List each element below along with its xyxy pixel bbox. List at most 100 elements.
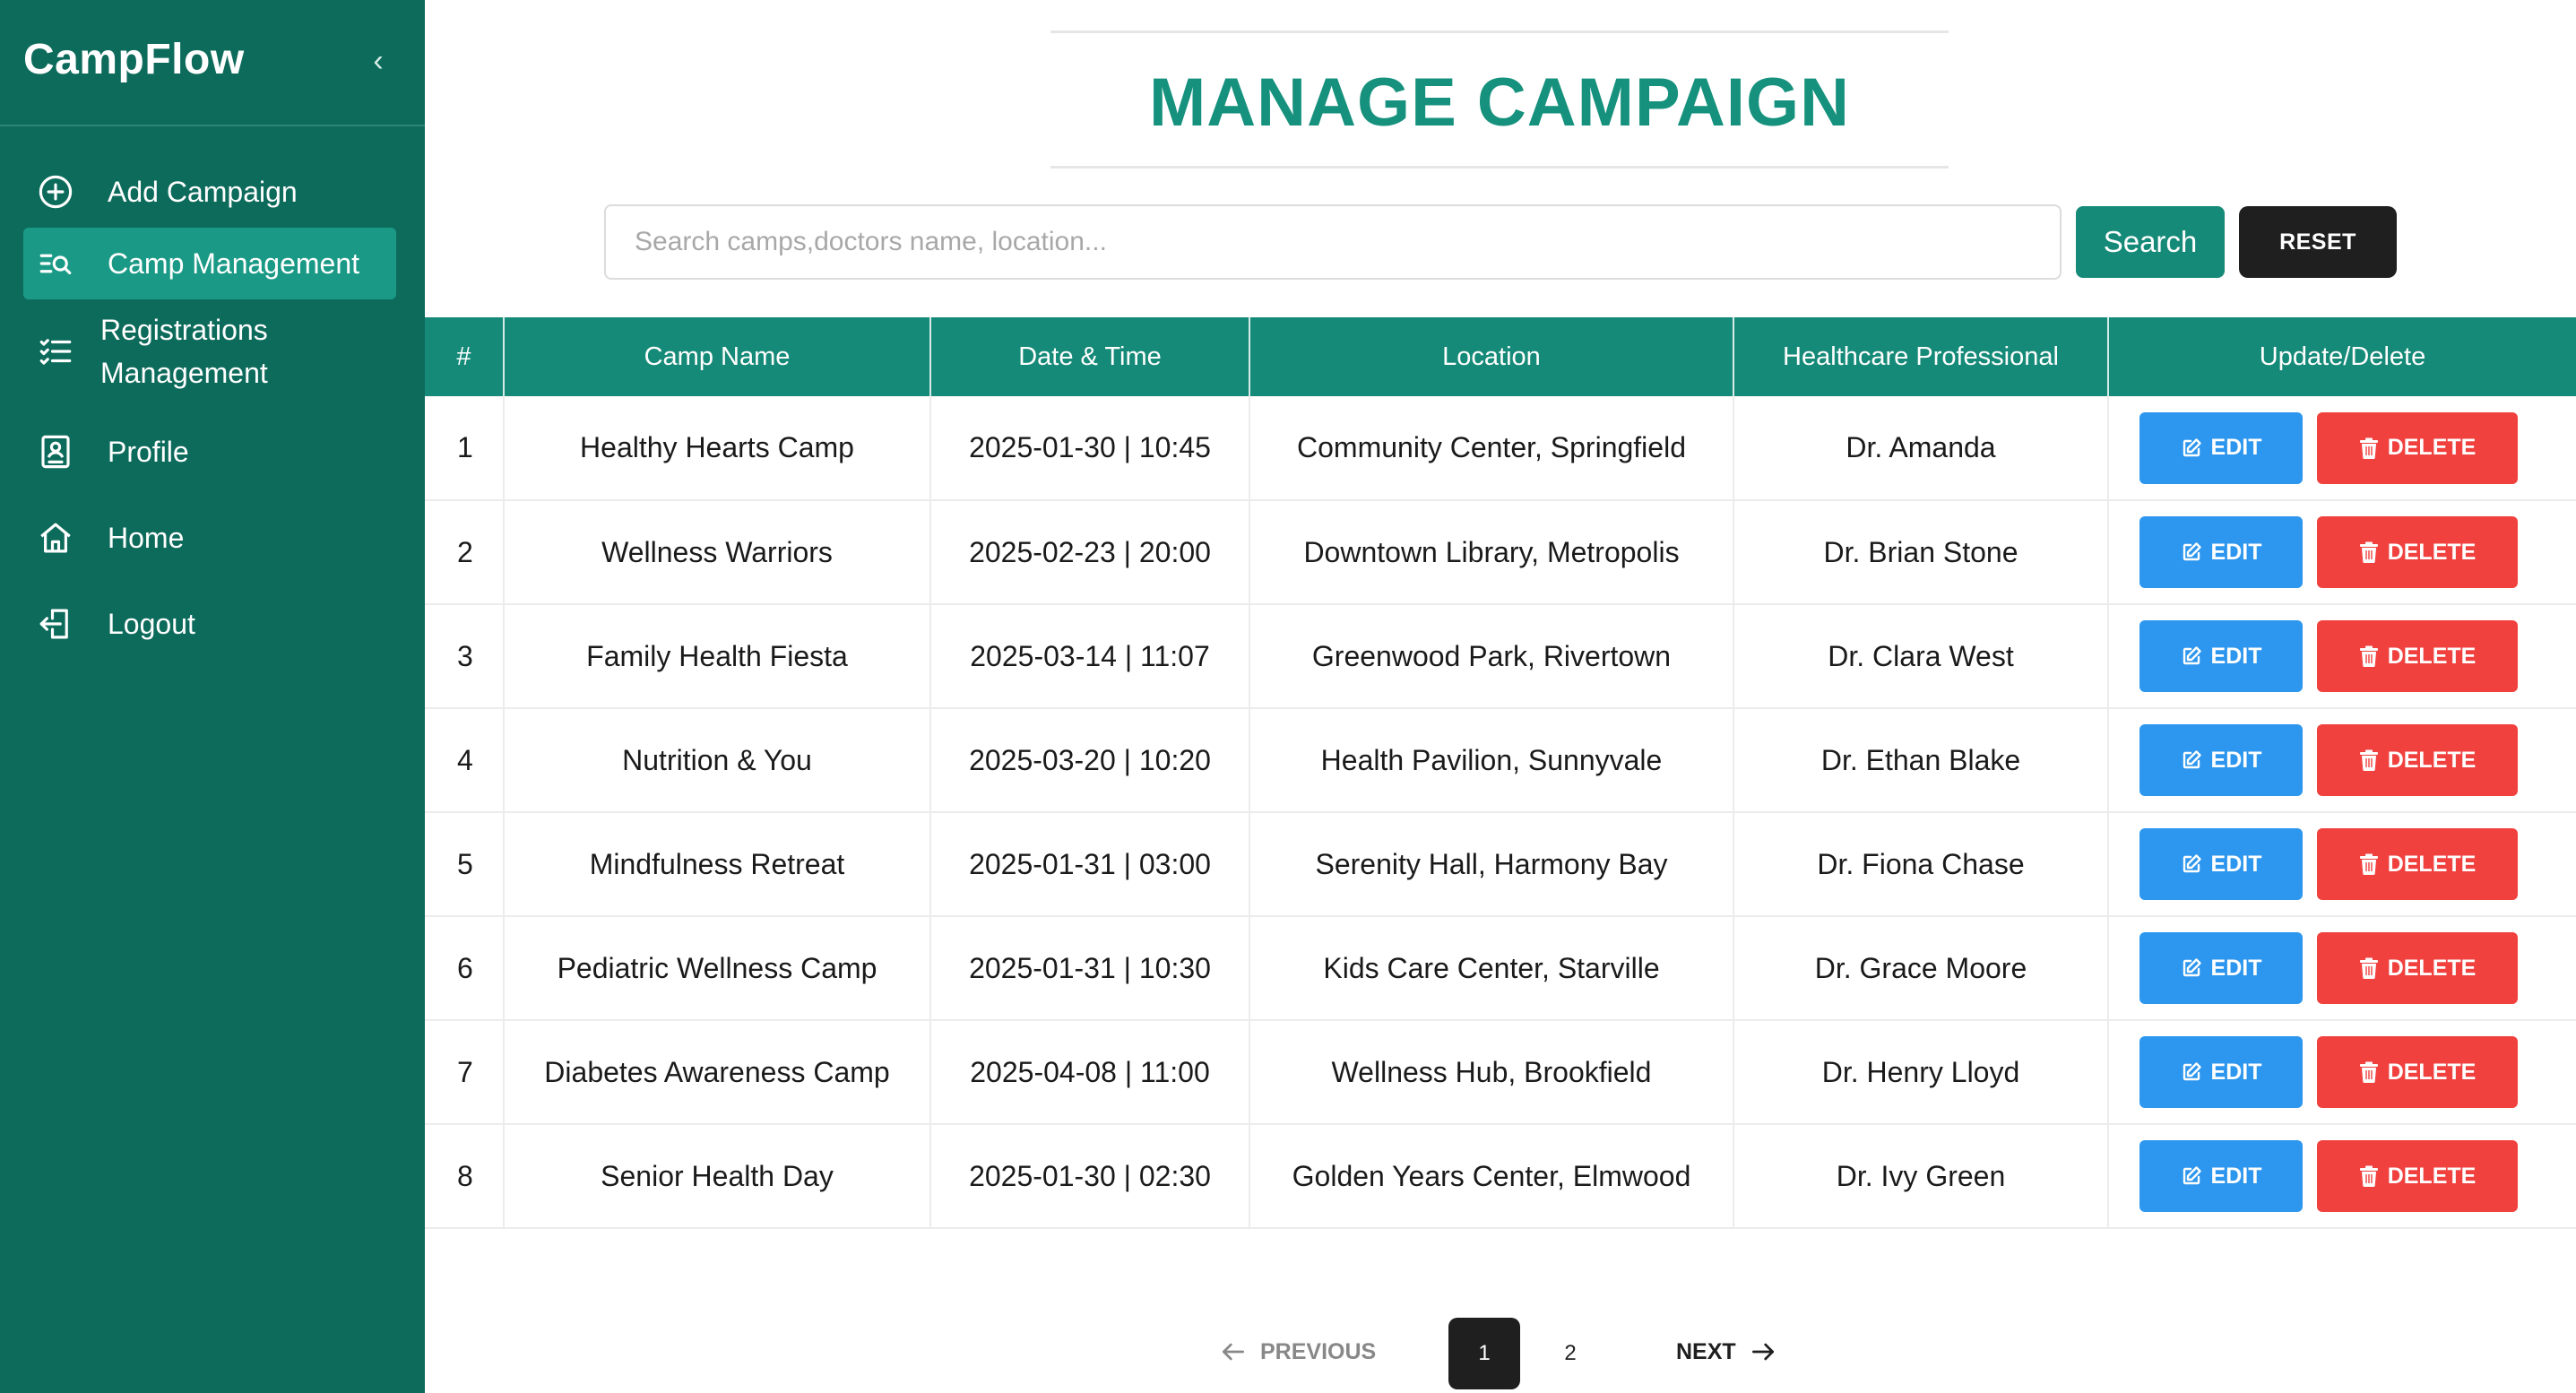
row-number: 1: [425, 396, 505, 500]
sidebar-item-label: Registrations Management: [100, 314, 268, 389]
location-cell: Health Pavilion, Sunnyvale: [1249, 708, 1734, 812]
edit-label: EDIT: [2210, 1163, 2262, 1189]
sidebar-item-camp-management[interactable]: Camp Management: [23, 228, 396, 299]
edit-button[interactable]: EDIT: [2139, 724, 2303, 796]
delete-button[interactable]: DELETE: [2317, 932, 2518, 1004]
brand-logo[interactable]: CampFlow: [23, 30, 245, 90]
chevron-left-icon[interactable]: ‹: [362, 39, 394, 82]
page-button-1[interactable]: 1: [1448, 1318, 1520, 1389]
sidebar: CampFlow ‹ Add Campaign Camp Management …: [0, 0, 425, 1393]
delete-button[interactable]: DELETE: [2317, 516, 2518, 588]
delete-button[interactable]: DELETE: [2317, 1036, 2518, 1108]
search-input[interactable]: [604, 204, 2062, 280]
row-number: 3: [425, 604, 505, 708]
home-icon: [36, 518, 75, 558]
search-button[interactable]: Search: [2076, 206, 2225, 278]
actions-cell: EDIT DELETE: [2108, 604, 2576, 708]
camp-name-cell: Senior Health Day: [504, 1124, 931, 1228]
edit-button[interactable]: EDIT: [2139, 411, 2303, 484]
delete-label: DELETE: [2387, 643, 2477, 669]
edit-label: EDIT: [2210, 747, 2262, 773]
sidebar-item-label: Profile: [108, 436, 189, 468]
edit-label: EDIT: [2210, 1059, 2262, 1085]
table-body: 1 Healthy Hearts Camp 2025-01-30 | 10:45 Co…: [425, 396, 2576, 1228]
trash-icon: [2359, 749, 2378, 771]
professional-cell: Dr. Henry Lloyd: [1733, 1020, 2109, 1124]
table-row: 5 Mindfulness Retreat 2025-01-31 | 03:00 Se…: [425, 812, 2576, 916]
sidebar-item-label: Home: [108, 522, 185, 554]
actions-cell: EDIT DELETE: [2108, 1020, 2576, 1124]
edit-label: EDIT: [2210, 643, 2262, 669]
edit-label: EDIT: [2210, 539, 2262, 565]
professional-cell: Dr. Fiona Chase: [1733, 812, 2109, 916]
row-number: 8: [425, 1124, 505, 1228]
page-title: MANAGE CAMPAIGN: [1148, 65, 1850, 141]
professional-cell: Dr. Amanda: [1733, 396, 2109, 500]
edit-button[interactable]: EDIT: [2139, 1140, 2303, 1212]
previous-page-button[interactable]: PREVIOUS: [1219, 1314, 1389, 1389]
professional-cell: Dr. Grace Moore: [1733, 916, 2109, 1020]
logout-icon: [36, 604, 75, 644]
reset-button[interactable]: RESET: [2239, 206, 2397, 278]
date-time-cell: 2025-01-30 | 10:45: [930, 396, 1250, 500]
sidebar-item-label: Add Campaign: [108, 176, 298, 208]
column-header-date-time[interactable]: Date & Time: [930, 317, 1250, 396]
edit-button[interactable]: EDIT: [2139, 828, 2303, 900]
profile-card-icon: [36, 432, 75, 472]
edit-button[interactable]: EDIT: [2139, 1036, 2303, 1108]
delete-label: DELETE: [2387, 1059, 2477, 1085]
next-page-button[interactable]: NEXT: [1676, 1314, 1793, 1389]
location-cell: Kids Care Center, Starville: [1249, 916, 1734, 1020]
sidebar-item-home[interactable]: Home: [23, 502, 396, 574]
row-number: 4: [425, 708, 505, 812]
sidebar-item-logout[interactable]: Logout: [23, 588, 396, 660]
edit-icon: [2183, 1166, 2201, 1185]
delete-button[interactable]: DELETE: [2317, 828, 2518, 900]
actions-cell: EDIT DELETE: [2108, 1124, 2576, 1228]
edit-button[interactable]: EDIT: [2139, 516, 2303, 588]
edit-button[interactable]: EDIT: [2139, 932, 2303, 1004]
arrow-left-icon: [1223, 1343, 1244, 1361]
trash-icon: [2359, 645, 2378, 667]
sidebar-item-add-campaign[interactable]: Add Campaign: [23, 156, 396, 228]
edit-icon: [2183, 1062, 2201, 1081]
delete-button[interactable]: DELETE: [2317, 724, 2518, 796]
camp-name-cell: Nutrition & You: [504, 708, 931, 812]
column-header-number: #: [425, 317, 505, 396]
plus-circle-icon: [36, 172, 75, 212]
delete-button[interactable]: DELETE: [2317, 620, 2518, 692]
location-cell: Greenwood Park, Rivertown: [1249, 604, 1734, 708]
sidebar-divider: [0, 125, 425, 126]
professional-cell: Dr. Ethan Blake: [1733, 708, 2109, 812]
checklist-icon: [36, 332, 75, 371]
page-button-2[interactable]: 2: [1534, 1318, 1606, 1389]
delete-label: DELETE: [2387, 747, 2477, 773]
table-row: 1 Healthy Hearts Camp 2025-01-30 | 10:45 Co…: [425, 396, 2576, 500]
sidebar-item-profile[interactable]: Profile: [23, 416, 396, 488]
row-number: 2: [425, 500, 505, 604]
trash-icon: [2359, 437, 2378, 459]
delete-button[interactable]: DELETE: [2317, 1140, 2518, 1212]
location-cell: Serenity Hall, Harmony Bay: [1249, 812, 1734, 916]
edit-label: EDIT: [2210, 851, 2262, 877]
column-header-camp-name[interactable]: Camp Name: [504, 317, 931, 396]
delete-button[interactable]: DELETE: [2317, 411, 2518, 484]
column-header-location[interactable]: Location: [1249, 317, 1734, 396]
edit-icon: [2183, 646, 2201, 665]
edit-label: EDIT: [2210, 435, 2262, 460]
delete-label: DELETE: [2387, 1163, 2477, 1189]
date-time-cell: 2025-04-08 | 11:00: [930, 1020, 1250, 1124]
date-time-cell: 2025-01-31 | 10:30: [930, 916, 1250, 1020]
location-cell: Golden Years Center, Elmwood: [1249, 1124, 1734, 1228]
arrow-right-icon: [1751, 1343, 1774, 1361]
camp-name-cell: Pediatric Wellness Camp: [504, 916, 931, 1020]
sidebar-nav: Add Campaign Camp Management Registratio…: [23, 156, 396, 660]
edit-button[interactable]: EDIT: [2139, 620, 2303, 692]
sidebar-item-registrations-management[interactable]: Registrations Management: [23, 299, 396, 403]
date-time-cell: 2025-03-14 | 11:07: [930, 604, 1250, 708]
column-header-professional[interactable]: Healthcare Professional: [1733, 317, 2109, 396]
actions-cell: EDIT DELETE: [2108, 500, 2576, 604]
column-header-actions: Update/Delete: [2259, 342, 2426, 371]
edit-icon: [2183, 958, 2201, 977]
list-search-icon: [36, 244, 75, 283]
